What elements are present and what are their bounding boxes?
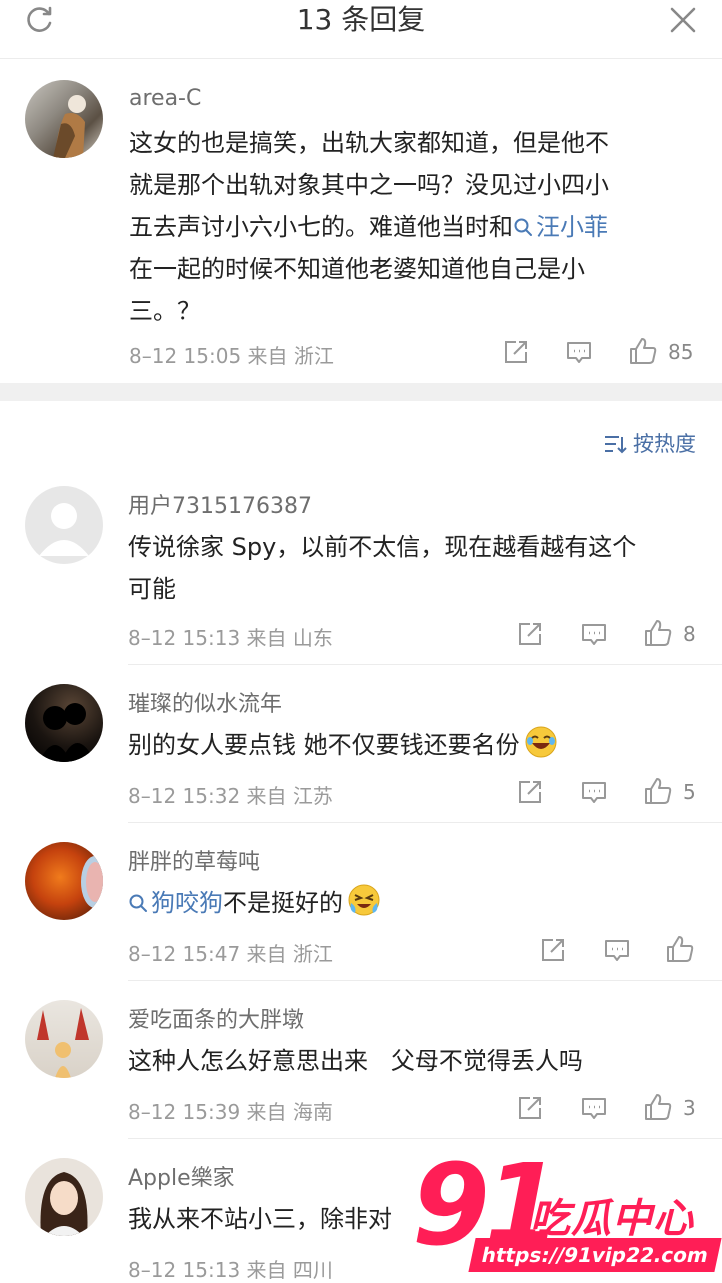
avatar[interactable] (25, 842, 103, 920)
close-icon[interactable] (666, 3, 700, 37)
repost-icon[interactable] (516, 778, 544, 806)
comment-icon[interactable] (565, 338, 593, 366)
avatar[interactable] (25, 684, 103, 762)
divider (128, 980, 722, 981)
comment-icon[interactable] (603, 936, 631, 964)
search-icon (514, 218, 532, 236)
comment-meta: 8–12 15:05 来自 浙江 (129, 344, 334, 368)
like-icon[interactable] (665, 934, 695, 964)
username[interactable]: Apple樂家 (128, 1160, 235, 1192)
page-title: 13 条回复 (296, 3, 426, 36)
comment-text: 这种人怎么好意思出来 父母不觉得丢人吗 (128, 1047, 583, 1075)
comment-meta: 8–12 15:39 来自 海南 (128, 1100, 333, 1124)
reply-item: 用户7315176387 传说徐家 Spy，以前不太信，现在越看越有这个 可能 … (0, 484, 722, 665)
repost-icon[interactable] (539, 936, 567, 964)
avatar[interactable] (25, 1158, 103, 1236)
comment-text: 狗咬狗不是挺好的 (128, 882, 708, 924)
section-separator (0, 383, 722, 401)
avatar[interactable] (25, 486, 103, 564)
comment-icon[interactable] (580, 778, 608, 806)
topic-link[interactable]: 汪小菲 (513, 213, 608, 241)
repost-icon[interactable] (516, 1094, 544, 1122)
reply-item: 璀璨的似水流年 别的女人要点钱 她不仅要钱还要名份 8–12 15:32 来自 … (0, 682, 722, 823)
topic-link[interactable]: 狗咬狗 (128, 889, 223, 917)
comment-meta: 8–12 15:13 来自 四川 (128, 1258, 333, 1282)
like-count: 3 (683, 1096, 696, 1120)
comment-icon[interactable] (580, 620, 608, 648)
watermark-logo: 91 吃瓜中心 https://91vip22.com (412, 1150, 722, 1280)
sort-label: 按热度 (633, 432, 696, 456)
username[interactable]: area-C (129, 86, 201, 111)
avatar[interactable] (25, 80, 103, 158)
sort-icon (605, 436, 627, 454)
comment-text: 这女的也是搞笑，出轨大家都知道，但是他不 就是那个出轨对象其中之一吗？没见过小四… (129, 129, 609, 325)
reply-item: 爱吃面条的大胖墩 这种人怎么好意思出来 父母不觉得丢人吗 8–12 15:39 … (0, 998, 722, 1139)
like-icon[interactable] (643, 776, 673, 806)
search-icon (129, 894, 147, 912)
watermark-text: 吃瓜中心 (530, 1196, 694, 1242)
username[interactable]: 爱吃面条的大胖墩 (128, 1002, 304, 1034)
username[interactable]: 用户7315176387 (128, 488, 312, 520)
comment-icon[interactable] (580, 1094, 608, 1122)
divider (128, 822, 722, 823)
username[interactable]: 胖胖的草莓吨 (128, 844, 260, 876)
comment-meta: 8–12 15:32 来自 江苏 (128, 784, 333, 808)
repost-icon[interactable] (502, 338, 530, 366)
watermark-url: https://91vip22.com (468, 1238, 722, 1272)
crying-laughing-emoji-icon (348, 884, 380, 916)
like-count: 8 (683, 622, 696, 646)
avatar[interactable] (25, 1000, 103, 1078)
like-icon[interactable] (643, 1092, 673, 1122)
comment-meta: 8–12 15:47 来自 浙江 (128, 942, 333, 966)
reply-item: 胖胖的草莓吨 狗咬狗不是挺好的 8–12 15:47 来自 浙江 (0, 840, 722, 981)
like-count: 85 (668, 340, 694, 364)
laughing-emoji-icon (525, 726, 557, 758)
like-count: 5 (683, 780, 696, 804)
username[interactable]: 璀璨的似水流年 (128, 686, 282, 718)
divider (128, 1138, 722, 1139)
divider (128, 664, 722, 665)
like-icon[interactable] (643, 618, 673, 648)
comment-text: 传说徐家 Spy，以前不太信，现在越看越有这个 可能 (128, 533, 637, 603)
like-icon[interactable] (628, 336, 658, 366)
original-comment: area-C 这女的也是搞笑，出轨大家都知道，但是他不 就是那个出轨对象其中之一… (0, 60, 722, 382)
comment-text: 别的女人要点钱 她不仅要钱还要名份 (128, 724, 708, 766)
comment-meta: 8–12 15:13 来自 山东 (128, 626, 333, 650)
sort-button[interactable]: 按热度 (603, 428, 696, 458)
header-bar: 13 条回复 (0, 0, 722, 59)
repost-icon[interactable] (516, 620, 544, 648)
